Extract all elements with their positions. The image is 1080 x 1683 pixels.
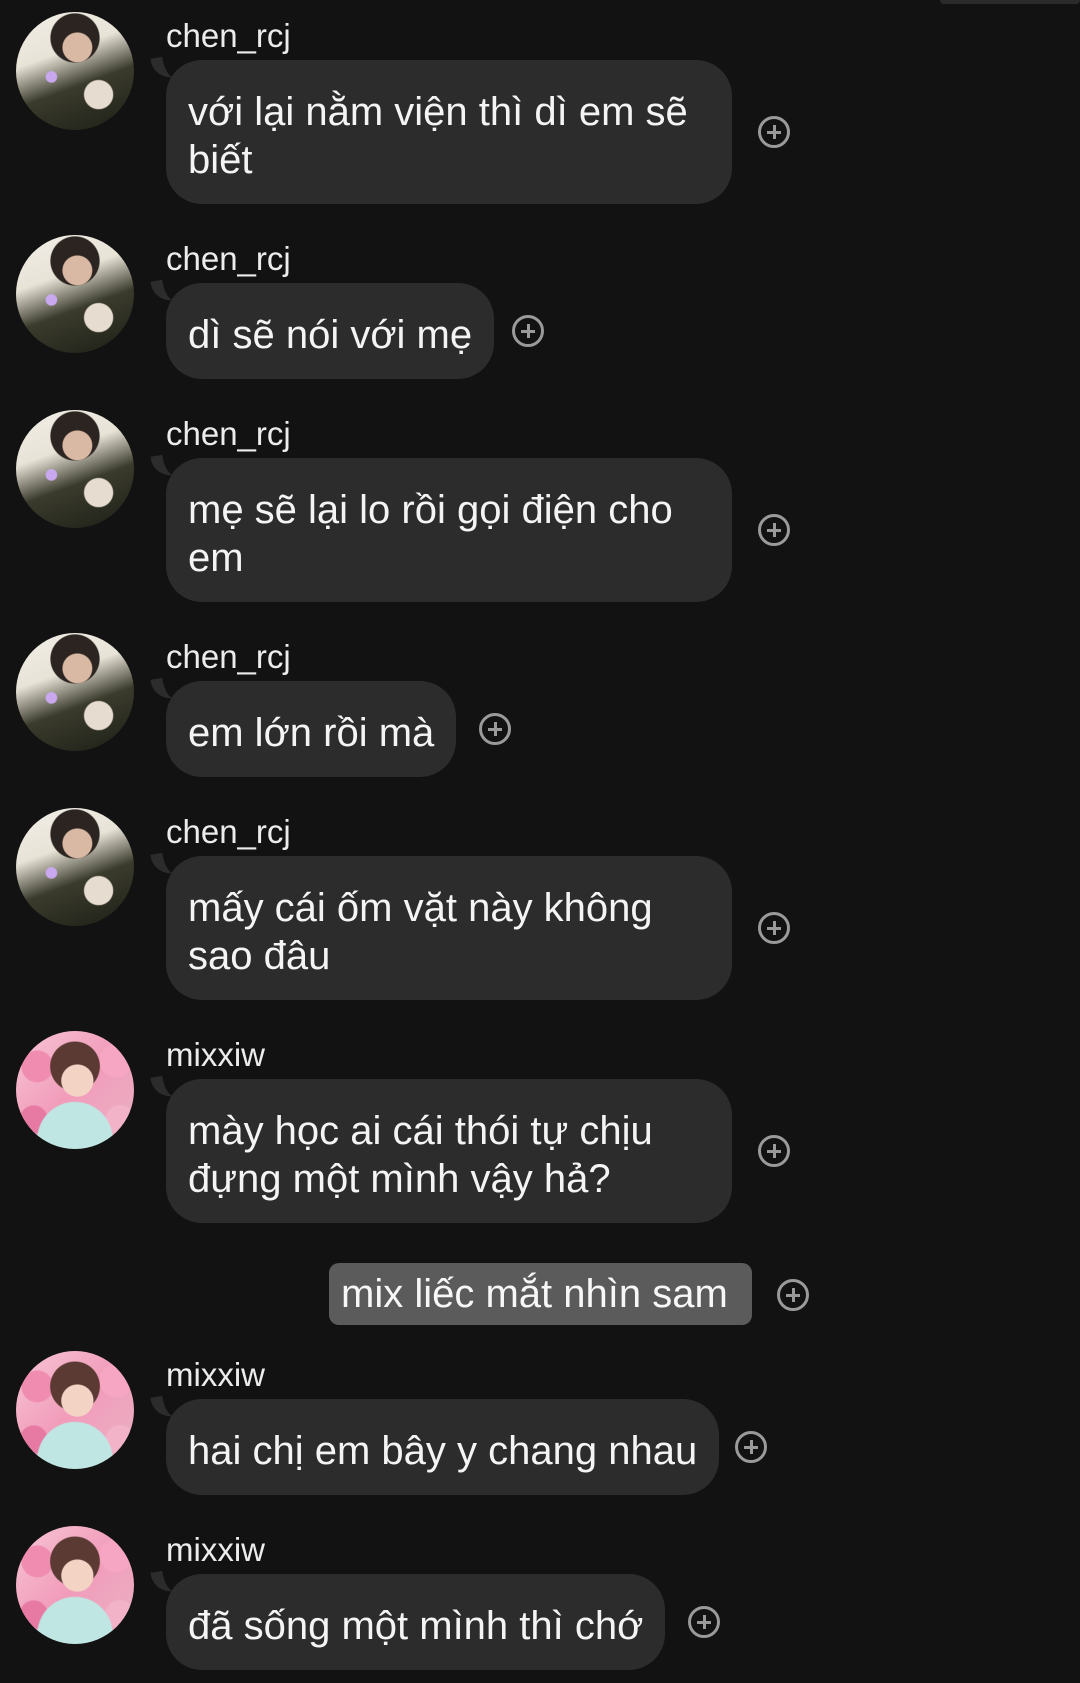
avatar[interactable] — [16, 1526, 134, 1644]
avatar[interactable] — [16, 808, 134, 926]
top-edge-tab — [940, 0, 1080, 4]
avatar[interactable] — [16, 410, 134, 528]
message-bubble[interactable]: dì sẽ nói với mẹ — [166, 283, 495, 379]
avatar[interactable] — [16, 12, 134, 130]
add-reaction-icon[interactable] — [758, 116, 790, 148]
message-bubble[interactable]: em lớn rồi mà — [166, 681, 457, 777]
sender-name: mixxiw — [166, 1531, 265, 1568]
sender-name: chen_rcj — [166, 240, 291, 277]
avatar[interactable] — [16, 235, 134, 353]
add-reaction-icon[interactable] — [777, 1279, 809, 1311]
sender-name: mixxiw — [166, 1036, 265, 1073]
add-reaction-icon[interactable] — [688, 1606, 720, 1638]
message-bubble[interactable]: đã sống một mình thì chớ — [166, 1574, 666, 1670]
add-reaction-icon[interactable] — [758, 912, 790, 944]
sender-name: chen_rcj — [166, 638, 291, 675]
add-reaction-icon[interactable] — [758, 1135, 790, 1167]
add-reaction-icon[interactable] — [512, 315, 544, 347]
sender-name: chen_rcj — [166, 17, 291, 54]
sender-name: chen_rcj — [166, 813, 291, 850]
avatar[interactable] — [16, 1031, 134, 1149]
avatar[interactable] — [16, 1351, 134, 1469]
sender-name: mixxiw — [166, 1356, 265, 1393]
add-reaction-icon[interactable] — [758, 514, 790, 546]
message-bubble[interactable]: mày học ai cái thói tự chịu đựng một mìn… — [166, 1079, 732, 1223]
add-reaction-icon[interactable] — [735, 1431, 767, 1463]
message-bubble[interactable]: với lại nằm viện thì dì em sẽ biết — [166, 60, 732, 204]
sender-name: chen_rcj — [166, 415, 291, 452]
message-bubble[interactable]: hai chị em bây y chang nhau — [166, 1399, 720, 1495]
message-bubble[interactable]: mấy cái ốm vặt này không sao đâu — [166, 856, 732, 1000]
message-bubble[interactable]: mẹ sẽ lại lo rồi gọi điện cho em — [166, 458, 732, 602]
add-reaction-icon[interactable] — [479, 713, 511, 745]
avatar[interactable] — [16, 633, 134, 751]
narration-bubble[interactable]: mix liếc mắt nhìn sam — [329, 1263, 752, 1325]
